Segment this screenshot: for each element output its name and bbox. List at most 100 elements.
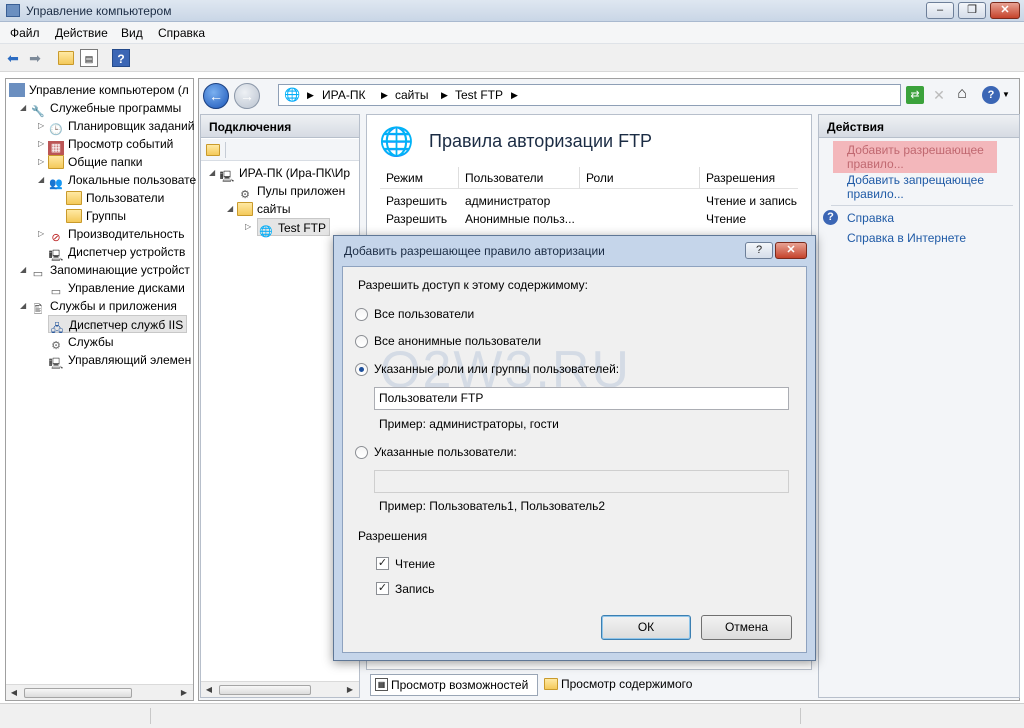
minimize-button[interactable]: – — [926, 2, 954, 19]
checkbox-read-label[interactable]: Чтение — [395, 557, 435, 571]
tree-item-shared-folders[interactable]: Общие папки — [48, 153, 142, 171]
conn-item-server[interactable]: 🖳 ИРА-ПК (Ира-ПК\Ир — [219, 164, 350, 183]
column-header-permissions[interactable]: Разрешения — [700, 167, 798, 189]
breadcrumb-arrow-icon[interactable]: ▶ — [381, 90, 388, 101]
help-dropdown-icon[interactable]: ▼ — [1002, 90, 1010, 99]
expand-arrow-icon[interactable]: ◢ — [20, 297, 26, 315]
radio-specified-users-label[interactable]: Указанные пользователи: — [374, 445, 517, 459]
tree-item-groups[interactable]: Группы — [66, 207, 126, 225]
users-input[interactable] — [374, 470, 789, 493]
scroll-thumb[interactable] — [219, 685, 311, 695]
radio-specified-users[interactable] — [355, 446, 368, 459]
tree-horizontal-scrollbar[interactable]: ◀ ▶ — [6, 684, 193, 700]
breadcrumb-server[interactable]: ИРА-ПК — [322, 88, 365, 102]
breadcrumb-arrow-icon[interactable]: ▶ — [441, 90, 448, 101]
conn-item-sites[interactable]: сайты — [237, 200, 291, 218]
action-help[interactable]: Справка — [847, 211, 894, 225]
home-icon[interactable]: ⌂ — [953, 85, 971, 103]
tree-item-services-apps[interactable]: 🖺 Службы и приложения — [30, 297, 177, 316]
tree-item-iis-manager[interactable]: 🖧 Диспетчер служб IIS — [48, 315, 188, 335]
action-add-allow-rule[interactable]: Добавить разрешающее правило... — [847, 143, 997, 171]
refresh-icon[interactable]: ⇄ — [906, 86, 924, 104]
collapsed-arrow-icon[interactable]: ▷ — [38, 225, 44, 243]
collapsed-arrow-icon[interactable]: ▷ — [38, 153, 44, 171]
menu-view[interactable]: Вид — [121, 26, 143, 40]
wmi-control-icon: 🖳 — [48, 358, 64, 370]
forward-arrow-icon[interactable]: ➡ — [26, 49, 44, 67]
dialog-close-button[interactable]: ✕ — [775, 242, 807, 259]
tab-features-view[interactable]: ▦ Просмотр возможностей — [370, 674, 538, 696]
tree-item-users[interactable]: Пользователи — [66, 189, 164, 207]
menu-help[interactable]: Справка — [158, 26, 205, 40]
close-button[interactable]: ✕ — [990, 2, 1020, 19]
address-bar[interactable]: 🌐 ▶ ИРА-ПК ▶ сайты ▶ Test FTP ▶ — [278, 84, 901, 106]
tree-item-system-tools[interactable]: 🔧 Служебные программы — [30, 99, 181, 118]
scroll-right-icon[interactable]: ▶ — [178, 687, 190, 699]
radio-specified-roles-label[interactable]: Указанные роли или группы пользователей: — [374, 362, 619, 376]
breadcrumb-sites[interactable]: сайты — [395, 88, 429, 102]
expand-arrow-icon[interactable]: ◢ — [20, 261, 26, 279]
tree-root[interactable]: Управление компьютером (л — [9, 81, 189, 99]
tree-item-task-scheduler[interactable]: 🕒 Планировщик заданий — [48, 117, 194, 136]
iis-help-icon[interactable]: ? — [982, 86, 1000, 104]
radio-all-users[interactable] — [355, 308, 368, 321]
tree-item-device-manager[interactable]: 🖳 Диспетчер устройств — [48, 243, 186, 262]
scroll-left-icon[interactable]: ◀ — [203, 684, 215, 696]
tab-content-view[interactable]: Просмотр содержимого — [541, 674, 711, 696]
breadcrumb-site[interactable]: Test FTP — [455, 88, 503, 102]
tree-item-wmi-control[interactable]: 🖳 Управляющий элемен — [48, 351, 192, 370]
conn-item-app-pools[interactable]: ⚙ Пулы приложен — [237, 182, 345, 201]
tree-item-storage[interactable]: ▭ Запоминающие устройст — [30, 261, 190, 280]
dialog-help-button[interactable]: ? — [745, 242, 773, 259]
radio-all-users-label[interactable]: Все пользователи — [374, 307, 474, 321]
checkbox-read[interactable]: ✓ — [376, 557, 389, 570]
scroll-left-icon[interactable]: ◀ — [8, 687, 20, 699]
breadcrumb-arrow-icon[interactable]: ▶ — [307, 90, 314, 101]
checkbox-write-label[interactable]: Запись — [395, 582, 434, 596]
maximize-button[interactable]: ❐ — [958, 2, 986, 19]
column-header-users[interactable]: Пользователи — [459, 167, 580, 189]
tree-item-performance[interactable]: ⊘ Производительность — [48, 225, 184, 244]
cancel-button[interactable]: Отмена — [701, 615, 792, 640]
radio-anonymous-users-label[interactable]: Все анонимные пользователи — [374, 334, 541, 348]
radio-anonymous-users[interactable] — [355, 335, 368, 348]
expand-arrow-icon[interactable]: ◢ — [38, 171, 44, 189]
conn-item-test-ftp[interactable]: 🌐 Test FTP — [257, 218, 331, 238]
connect-icon[interactable] — [206, 144, 220, 156]
expand-arrow-icon[interactable]: ◢ — [227, 200, 233, 218]
connections-scrollbar[interactable]: ◀ ▶ — [201, 681, 359, 697]
show-hide-tree-icon[interactable]: ▤ — [80, 49, 98, 67]
radio-specified-roles[interactable] — [355, 363, 368, 376]
action-add-deny-rule[interactable]: Добавить запрещающее правило... — [847, 173, 997, 201]
roles-input[interactable]: Пользователи FTP — [374, 387, 789, 410]
iis-back-icon[interactable]: ← — [203, 83, 229, 109]
expand-arrow-icon[interactable]: ◢ — [20, 99, 26, 117]
action-help-online[interactable]: Справка в Интернете — [847, 231, 966, 245]
scroll-right-icon[interactable]: ▶ — [344, 684, 356, 696]
breadcrumb-arrow-icon[interactable]: ▶ — [511, 90, 518, 101]
tree-item-event-viewer[interactable]: ▦ Просмотр событий — [48, 135, 173, 155]
column-header-roles[interactable]: Роли — [580, 167, 700, 189]
expand-arrow-icon[interactable]: ◢ — [209, 164, 215, 182]
stop-icon[interactable]: ✕ — [930, 86, 948, 104]
tree-item-services[interactable]: ⚙ Службы — [48, 333, 113, 352]
shared-folder-icon — [48, 155, 64, 169]
ok-button[interactable]: ОК — [601, 615, 691, 640]
services-apps-icon: 🖺 — [33, 304, 43, 316]
iis-forward-icon[interactable]: → — [234, 83, 260, 109]
menu-action[interactable]: Действие — [55, 26, 108, 40]
tree-item-disk-management[interactable]: ▭ Управление дисками — [48, 279, 185, 298]
up-folder-icon[interactable] — [58, 51, 74, 65]
collapsed-arrow-icon[interactable]: ▷ — [245, 218, 251, 236]
tree-item-local-users[interactable]: 👥 Локальные пользовате — [48, 171, 196, 190]
checkbox-write[interactable]: ✓ — [376, 582, 389, 595]
collapsed-arrow-icon[interactable]: ▷ — [38, 135, 44, 153]
sites-folder-icon — [237, 202, 253, 216]
scroll-thumb[interactable] — [24, 688, 132, 698]
collapsed-arrow-icon[interactable]: ▷ — [38, 117, 44, 135]
menu-file[interactable]: Файл — [10, 26, 40, 40]
column-header-mode[interactable]: Режим — [380, 167, 459, 189]
help-icon[interactable]: ? — [112, 49, 130, 67]
connections-header: Подключения — [201, 115, 359, 138]
back-arrow-icon[interactable]: ⬅ — [4, 49, 22, 67]
